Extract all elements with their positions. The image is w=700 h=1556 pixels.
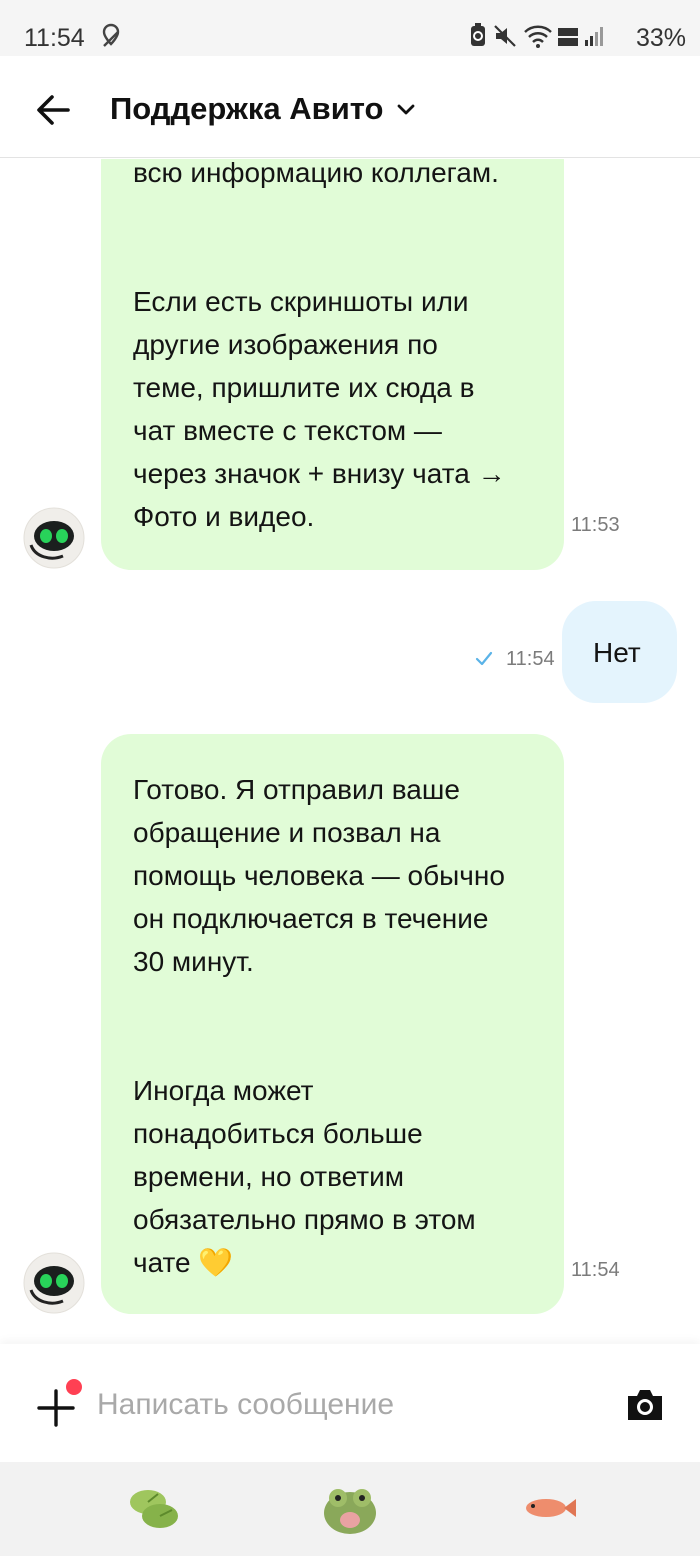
volte-lte-icon (558, 28, 578, 46)
message-input[interactable] (97, 1380, 597, 1430)
wifi-icon (524, 25, 552, 48)
sticker-bar (0, 1462, 700, 1556)
bot-message-bubble: всю информацию коллегам. Если есть скрин… (101, 159, 564, 570)
message-time: 11:54 (571, 1259, 620, 1281)
lily-pad-sticker-icon[interactable] (124, 1480, 184, 1536)
message-list[interactable]: всю информацию коллегам. Если есть скрин… (0, 159, 700, 1344)
recycle-battery-icon (471, 23, 485, 46)
bot-message-bubble: Готово. Я отправил ваше обращение и позв… (101, 734, 564, 1314)
back-arrow-icon[interactable] (28, 88, 82, 132)
message-time: 11:53 (571, 514, 620, 536)
notification-dot (64, 1377, 84, 1397)
battery-level: 33% (635, 24, 686, 52)
fish-sticker-icon[interactable] (518, 1480, 578, 1536)
status-bar: 11:54 33% (0, 0, 700, 56)
location-pin-icon (102, 23, 120, 47)
bot-avatar-icon[interactable] (23, 1252, 85, 1314)
signal-icon (585, 27, 603, 46)
message-time: 11:54 (506, 648, 555, 670)
chat-header: Поддержка Авито (0, 56, 700, 158)
mute-icon (494, 25, 516, 47)
message-text: Готово. Я отправил ваше обращение и позв… (133, 774, 505, 1278)
frog-sticker-icon[interactable] (320, 1480, 380, 1536)
status-time: 11:54 (24, 24, 85, 52)
message-text: всю информацию коллегам. Если есть скрин… (133, 159, 506, 532)
sent-check-icon (475, 651, 493, 666)
message-composer (0, 1344, 700, 1462)
chevron-down-icon[interactable] (394, 100, 418, 120)
user-message-bubble: Нет (562, 601, 677, 703)
message-text: Нет (593, 637, 641, 668)
chat-title[interactable]: Поддержка Авито (110, 91, 384, 127)
bot-avatar-icon[interactable] (23, 507, 85, 569)
camera-icon[interactable] (624, 1386, 666, 1424)
